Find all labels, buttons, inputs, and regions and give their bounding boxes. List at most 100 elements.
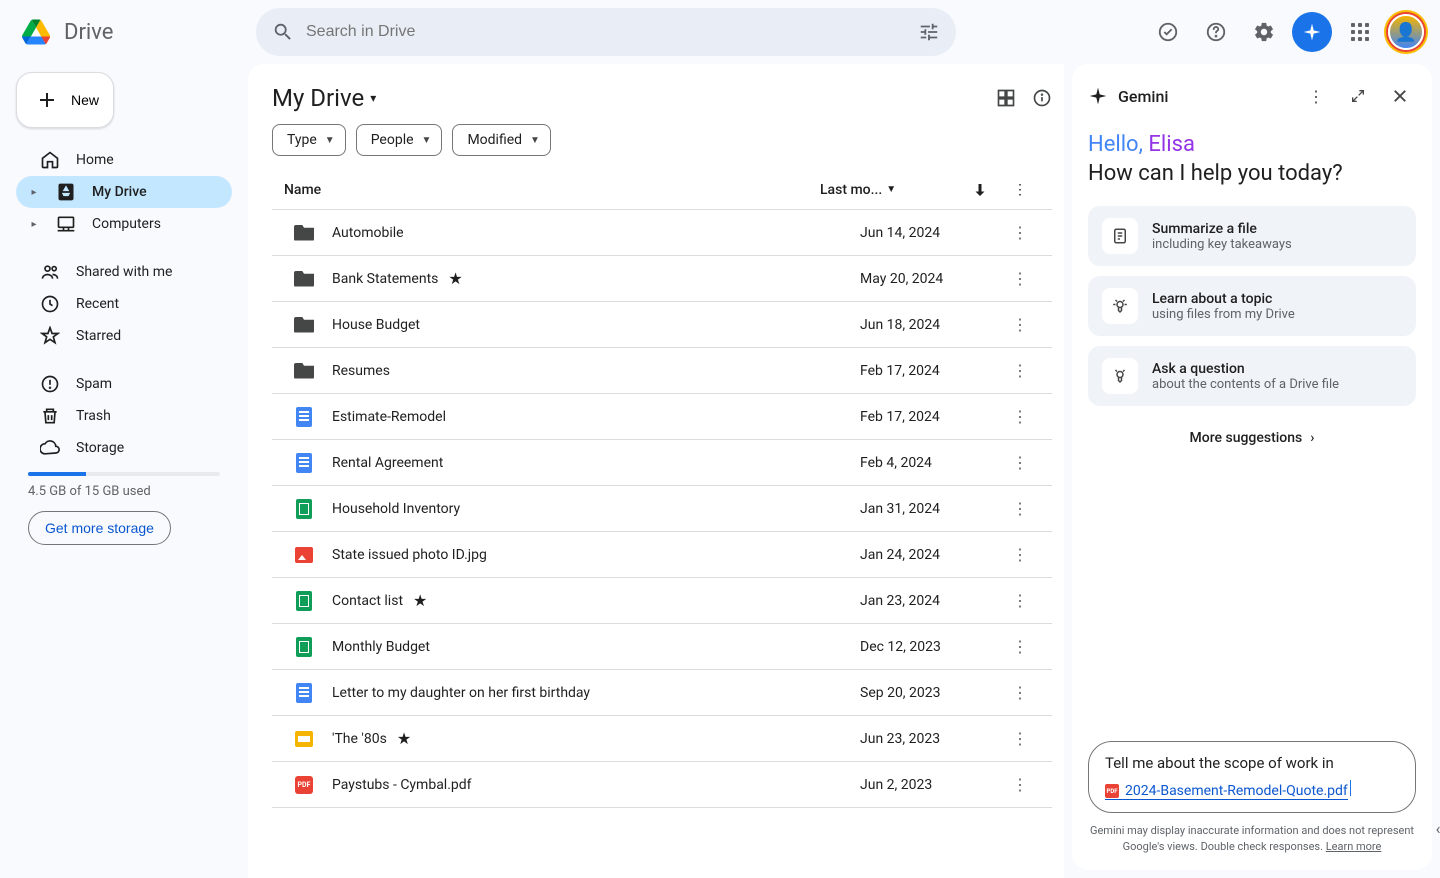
file-row[interactable]: PDFPaystubs - Cymbal.pdfJun 2, 2023⋮: [272, 762, 1052, 808]
apps-icon[interactable]: [1340, 12, 1380, 52]
app-name: Drive: [64, 20, 113, 45]
suggestion-title: Learn about a topic: [1152, 291, 1402, 307]
side-panel-collapse-icon[interactable]: ‹: [1428, 808, 1440, 848]
file-row[interactable]: Rental AgreementFeb 4, 2024⋮: [272, 440, 1052, 486]
file-menu-icon[interactable]: ⋮: [1000, 499, 1040, 518]
file-menu-icon[interactable]: ⋮: [1000, 683, 1040, 702]
sidebar-item-label: Trash: [76, 408, 111, 424]
logo-area[interactable]: Drive: [16, 12, 248, 52]
file-date: Sep 20, 2023: [860, 685, 1000, 701]
app-header: Drive 👤: [0, 0, 1440, 64]
info-icon[interactable]: [1032, 88, 1052, 108]
spam-icon: [40, 374, 60, 394]
file-menu-icon[interactable]: ⋮: [1000, 775, 1040, 794]
star-icon: ★: [448, 269, 462, 288]
suggestion-card[interactable]: Ask a questionabout the contents of a Dr…: [1088, 346, 1416, 406]
file-row[interactable]: AutomobileJun 14, 2024⋮: [272, 210, 1052, 256]
account-avatar[interactable]: 👤: [1388, 14, 1424, 50]
file-name: Bank Statements ★: [332, 269, 860, 288]
column-last-modified[interactable]: Last mo...▼: [820, 182, 960, 198]
file-menu-icon[interactable]: ⋮: [1000, 545, 1040, 564]
file-name: Letter to my daughter on her first birth…: [332, 685, 860, 701]
prompt-file-chip[interactable]: PDF2024-Basement-Remodel-Quote.pdf: [1105, 783, 1348, 800]
gemini-button[interactable]: [1292, 12, 1332, 52]
pdf-icon: PDF: [1105, 784, 1119, 798]
gemini-prompt-input[interactable]: Tell me about the scope of work in PDF20…: [1088, 741, 1416, 814]
file-name: 'The '80s ★: [332, 729, 860, 748]
sidebar-item-computers[interactable]: ▸Computers: [16, 208, 232, 240]
get-storage-button[interactable]: Get more storage: [28, 511, 171, 545]
file-menu-icon[interactable]: ⋮: [1000, 361, 1040, 380]
star-icon: ★: [413, 591, 427, 610]
file-menu-icon[interactable]: ⋮: [1000, 269, 1040, 288]
sidebar-item-home[interactable]: Home: [16, 144, 232, 176]
file-row[interactable]: Monthly BudgetDec 12, 2023⋮: [272, 624, 1052, 670]
file-date: Feb 17, 2024: [860, 409, 1000, 425]
suggestion-subtitle: about the contents of a Drive file: [1152, 377, 1402, 392]
header-actions: 👤: [1148, 12, 1424, 52]
gemini-panel: Gemini ⋮ Hello, Elisa How can I help you…: [1072, 64, 1432, 870]
gemini-expand-icon[interactable]: [1342, 80, 1374, 112]
doc-icon: [284, 407, 324, 427]
column-menu-icon[interactable]: ⋮: [1000, 182, 1040, 198]
storage-text: 4.5 GB of 15 GB used: [16, 480, 232, 511]
file-menu-icon[interactable]: ⋮: [1000, 637, 1040, 656]
learn-more-link[interactable]: Learn more: [1326, 840, 1382, 853]
file-menu-icon[interactable]: ⋮: [1000, 729, 1040, 748]
filter-chip-people[interactable]: People▼: [356, 124, 443, 156]
trash-icon: [40, 406, 60, 426]
file-row[interactable]: State issued photo ID.jpgJan 24, 2024⋮: [272, 532, 1052, 578]
sidebar-item-storage[interactable]: Storage: [16, 432, 232, 464]
offline-ready-icon[interactable]: [1148, 12, 1188, 52]
sidebar-item-trash[interactable]: Trash: [16, 400, 232, 432]
gemini-title: Gemini: [1118, 87, 1290, 106]
file-row[interactable]: Estimate-RemodelFeb 17, 2024⋮: [272, 394, 1052, 440]
suggestion-card[interactable]: Learn about a topicusing files from my D…: [1088, 276, 1416, 336]
search-icon: [272, 21, 294, 43]
help-icon[interactable]: [1196, 12, 1236, 52]
file-row[interactable]: House BudgetJun 18, 2024⋮: [272, 302, 1052, 348]
sidebar-item-recent[interactable]: Recent: [16, 288, 232, 320]
doc-icon: [284, 453, 324, 473]
storage-bar: [28, 472, 220, 476]
sidebar-item-shared-with-me[interactable]: Shared with me: [16, 256, 232, 288]
file-menu-icon[interactable]: ⋮: [1000, 591, 1040, 610]
more-suggestions-button[interactable]: More suggestions›: [1088, 430, 1416, 446]
search-bar[interactable]: [256, 8, 956, 56]
filter-chip-modified[interactable]: Modified▼: [452, 124, 551, 156]
sidebar-item-my-drive[interactable]: ▸My Drive: [16, 176, 232, 208]
suggestion-icon: [1102, 358, 1138, 394]
dropdown-caret-icon: ▾: [370, 91, 376, 105]
file-menu-icon[interactable]: ⋮: [1000, 453, 1040, 472]
file-menu-icon[interactable]: ⋮: [1000, 407, 1040, 426]
new-button[interactable]: New: [16, 72, 114, 128]
search-input[interactable]: [306, 23, 906, 41]
column-name[interactable]: Name: [284, 182, 820, 198]
folder-icon: [284, 271, 324, 287]
file-menu-icon[interactable]: ⋮: [1000, 315, 1040, 334]
file-row[interactable]: Bank Statements ★May 20, 2024⋮: [272, 256, 1052, 302]
sidebar-item-starred[interactable]: Starred: [16, 320, 232, 352]
file-row[interactable]: ResumesFeb 17, 2024⋮: [272, 348, 1052, 394]
settings-icon[interactable]: [1244, 12, 1284, 52]
sort-direction-icon[interactable]: [960, 181, 1000, 199]
sidebar: New Home▸My Drive▸Computers Shared with …: [0, 64, 248, 878]
drive-logo-icon: [16, 12, 56, 52]
recent-icon: [40, 294, 60, 314]
file-name: Estimate-Remodel: [332, 409, 860, 425]
filter-chip-type[interactable]: Type▼: [272, 124, 346, 156]
file-row[interactable]: 'The '80s ★Jun 23, 2023⋮: [272, 716, 1052, 762]
file-row[interactable]: Household InventoryJan 31, 2024⋮: [272, 486, 1052, 532]
breadcrumb-title[interactable]: My Drive ▾: [272, 84, 376, 112]
layout-toggle-icon[interactable]: [996, 88, 1016, 108]
file-row[interactable]: Letter to my daughter on her first birth…: [272, 670, 1052, 716]
gemini-menu-icon[interactable]: ⋮: [1300, 80, 1332, 112]
folder-icon: [284, 317, 324, 333]
file-menu-icon[interactable]: ⋮: [1000, 223, 1040, 242]
sidebar-item-label: Recent: [76, 296, 119, 312]
gemini-close-icon[interactable]: [1384, 80, 1416, 112]
suggestion-card[interactable]: Summarize a fileincluding key takeaways: [1088, 206, 1416, 266]
file-row[interactable]: Contact list ★Jan 23, 2024⋮: [272, 578, 1052, 624]
sidebar-item-spam[interactable]: Spam: [16, 368, 232, 400]
search-options-icon[interactable]: [918, 21, 940, 43]
